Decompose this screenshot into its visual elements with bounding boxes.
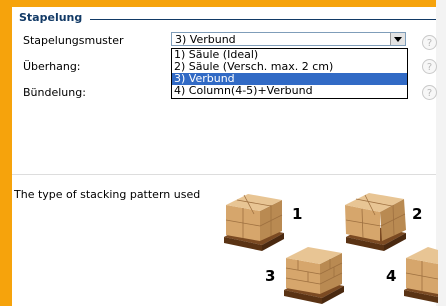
pattern-number-1: 1 bbox=[292, 205, 303, 223]
buendelung-label: Bündelung: bbox=[23, 86, 86, 99]
accent-left-bar bbox=[0, 0, 12, 306]
help-icon-stapelungsmuster[interactable]: ? bbox=[422, 35, 437, 50]
chevron-down-icon[interactable] bbox=[390, 33, 405, 45]
ueberhang-label: Überhang: bbox=[23, 60, 81, 73]
pallet-column-interlock-icon bbox=[404, 247, 438, 303]
help-icon-ueberhang[interactable]: ? bbox=[422, 59, 437, 74]
stacking-pattern-select[interactable]: 3) Verbund bbox=[171, 32, 406, 46]
help-icon-buendelung[interactable]: ? bbox=[422, 85, 437, 100]
select-current-value: 3) Verbund bbox=[175, 33, 236, 46]
option-column-verbund[interactable]: 4) Column(4-5)+Verbund bbox=[172, 85, 407, 97]
pattern-number-3: 3 bbox=[265, 267, 276, 285]
accent-top-bar bbox=[0, 0, 446, 7]
pattern-number-4: 4 bbox=[386, 267, 397, 285]
pallet-interlock-icon bbox=[284, 247, 344, 304]
pattern-number-2: 2 bbox=[412, 205, 423, 223]
content-divider bbox=[12, 174, 436, 175]
section-title: Stapelung bbox=[19, 11, 83, 24]
stacking-pattern-dropdown[interactable]: 1) Säule (Ideal) 2) Säule (Versch. max. … bbox=[171, 48, 408, 99]
section-divider bbox=[90, 19, 436, 20]
field-description: The type of stacking pattern used bbox=[14, 188, 201, 201]
stapelungsmuster-label: Stapelungsmuster bbox=[23, 34, 124, 47]
